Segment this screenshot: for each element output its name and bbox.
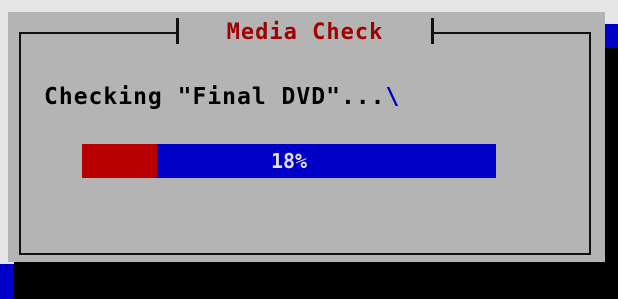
background-accent-bottom-left	[0, 264, 14, 299]
dialog-shadow-bottom	[14, 262, 618, 299]
dialog-title: Media Check	[226, 19, 384, 45]
spinner-icon: \	[385, 84, 401, 110]
media-check-screen: Media Check Checking "Final DVD"...\ 18%	[0, 0, 618, 299]
checking-message: Checking "Final DVD"...\	[44, 84, 400, 110]
checking-message-text: Checking "Final DVD"...	[44, 84, 386, 110]
background-accent-top-right	[605, 24, 618, 48]
dialog-shadow-right	[605, 48, 618, 262]
title-bracket-right	[431, 18, 434, 44]
title-bracket-left	[176, 18, 179, 44]
progress-bar: 18%	[82, 144, 496, 178]
dialog-title-container: Media Check	[176, 18, 434, 46]
progress-percent-label: 18%	[270, 149, 308, 173]
